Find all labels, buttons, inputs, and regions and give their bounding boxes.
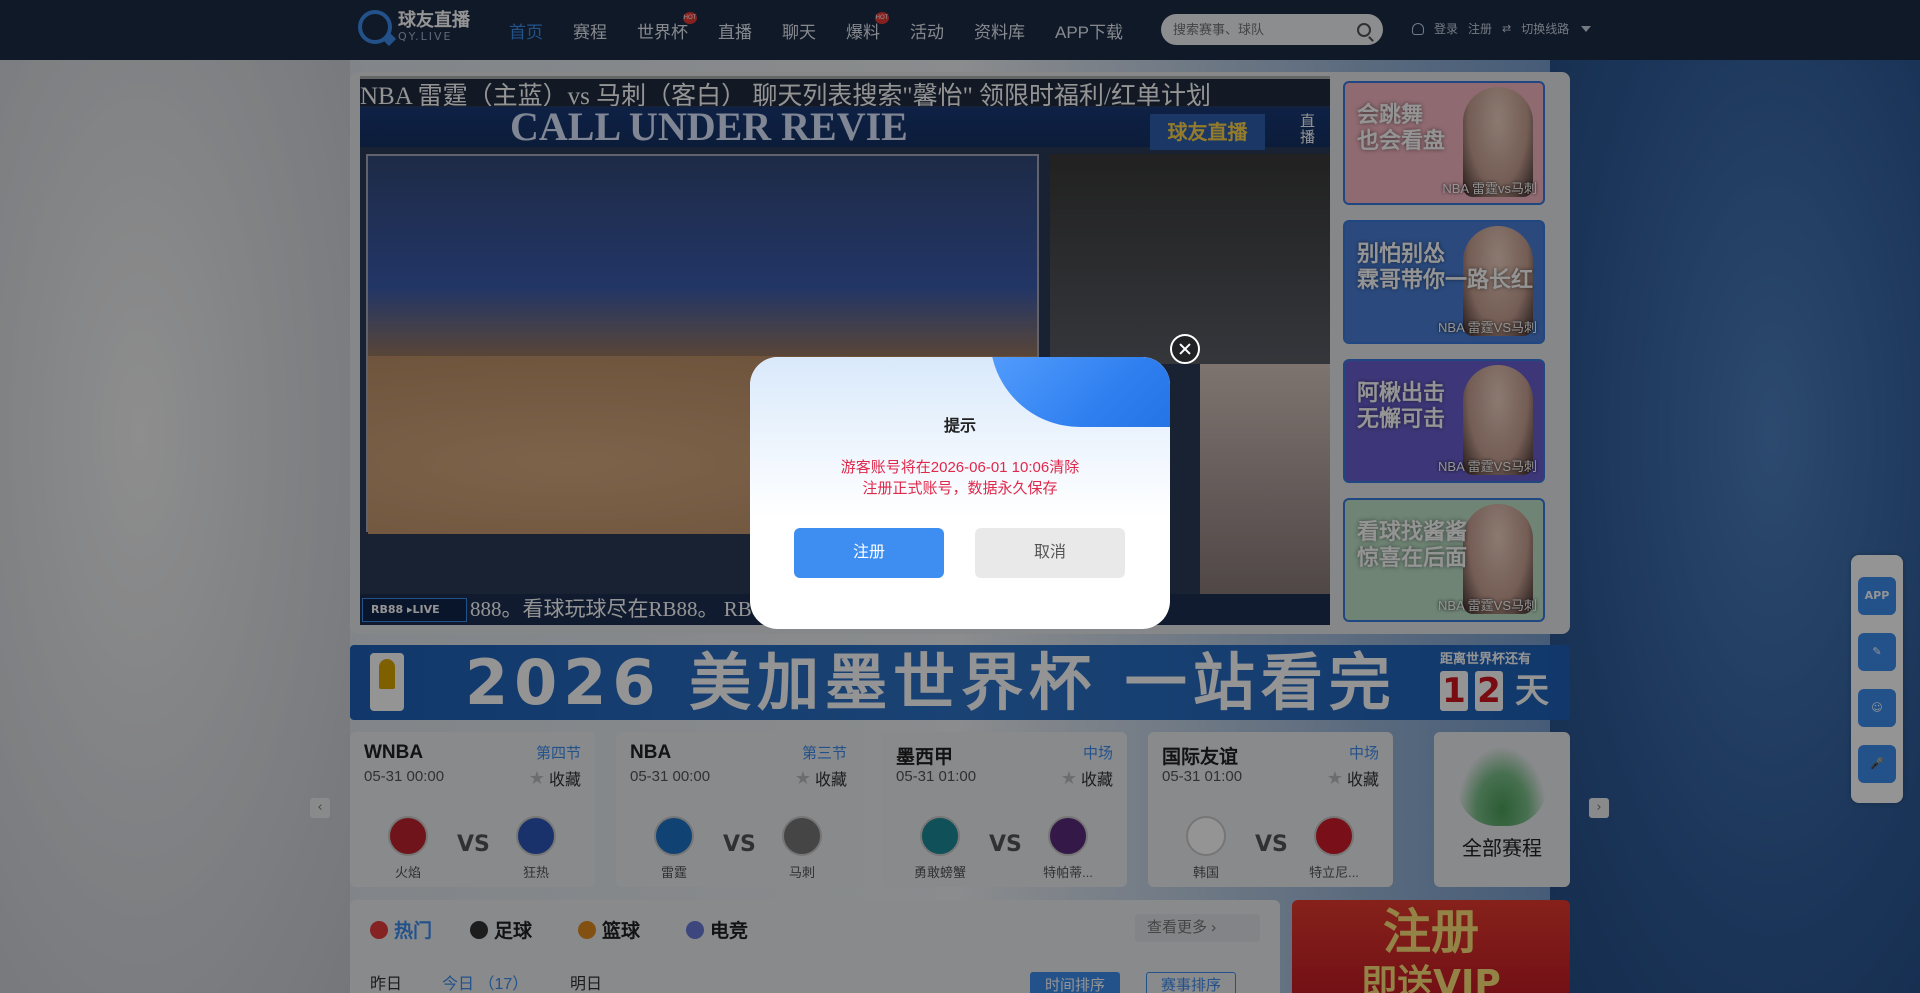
modal-message-line: 注册正式账号，数据永久保存 [862,480,1058,497]
notice-modal: 提示 游客账号将在2026-06-01 10:06清除 注册正式账号，数据永久保… [750,357,1170,629]
modal-title: 提示 [943,418,976,435]
modal-message: 游客账号将在2026-06-01 10:06清除 注册正式账号，数据永久保存 [750,457,1170,499]
cancel-button[interactable]: 取消 [975,528,1125,578]
close-icon[interactable] [1170,334,1200,364]
modal-message-line: 游客账号将在2026-06-01 10:06清除 [840,459,1080,476]
register-button[interactable]: 注册 [794,528,944,578]
